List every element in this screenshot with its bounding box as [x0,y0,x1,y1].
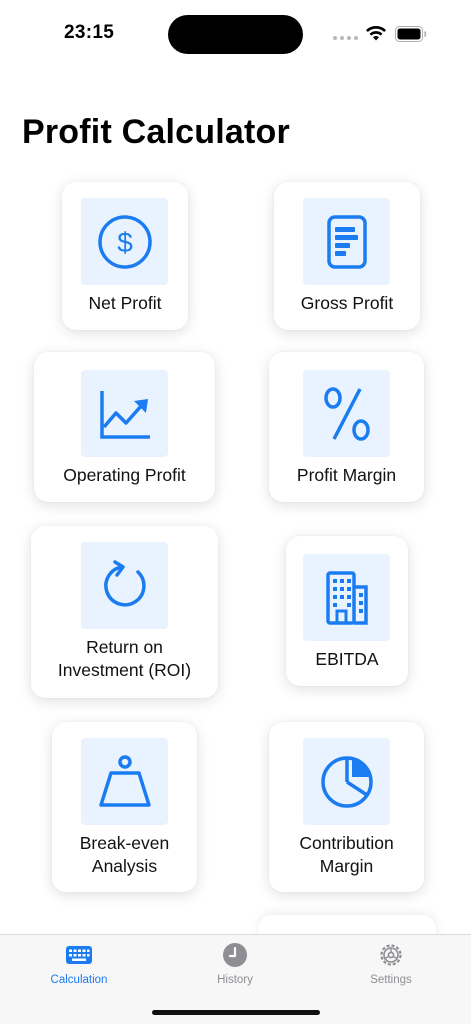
status-time: 23:15 [64,22,115,43]
clock-icon [223,943,247,967]
wifi-icon [366,25,386,41]
net-profit-card[interactable]: $ Net Profit [62,182,188,330]
tab-label: History [217,974,253,986]
dynamic-island [168,15,303,54]
tile [303,738,390,825]
svg-text:$: $ [117,227,133,258]
tab-label: Calculation [50,974,108,986]
page-title: Profit Calculator [22,113,290,151]
percent-icon [323,386,370,441]
gross-profit-card[interactable]: Gross Profit [274,182,420,330]
signal-icon [333,36,358,40]
roi-card[interactable]: Return on Investment (ROI) [31,526,218,698]
card-label: Net Profit [88,293,162,313]
building-icon [325,570,368,625]
weight-icon [98,754,151,807]
keyboard-icon [66,946,92,964]
gear-icon [380,944,402,966]
card-label: Contribution Margin [299,833,394,876]
tile [81,370,168,457]
home-indicator[interactable] [152,1010,320,1015]
tile [303,198,390,285]
contribution-margin-card[interactable]: Contribution Margin [269,722,424,892]
card-label: Return on Investment (ROI) [57,637,192,680]
document-bars-icon [326,214,367,269]
card-label: Break-even Analysis [79,833,170,876]
tab-history[interactable]: History [175,935,295,995]
dollar-circle-icon: $ [97,214,152,269]
status-bar: 23:15 [0,0,471,64]
break-even-card[interactable]: Break-even Analysis [52,722,197,892]
tile [303,370,390,457]
card-label: Operating Profit [63,465,186,485]
operating-profit-card[interactable]: Operating Profit [34,352,215,502]
tab-settings[interactable]: Settings [331,935,451,995]
tile [303,554,390,641]
tile [81,542,168,629]
tab-calculation[interactable]: Calculation [19,935,139,995]
tab-label: Settings [370,974,412,986]
rotate-arrow-icon [103,559,146,607]
battery-icon [395,26,427,42]
ebitda-card[interactable]: EBITDA [286,536,408,686]
card-label: Gross Profit [300,293,394,313]
tile: $ [81,198,168,285]
trending-chart-icon [99,390,150,439]
tile [81,738,168,825]
card-label: Profit Margin [296,465,397,485]
card-label: EBITDA [315,649,379,669]
pie-chart-icon [320,755,373,808]
profit-margin-card[interactable]: Profit Margin [269,352,424,502]
